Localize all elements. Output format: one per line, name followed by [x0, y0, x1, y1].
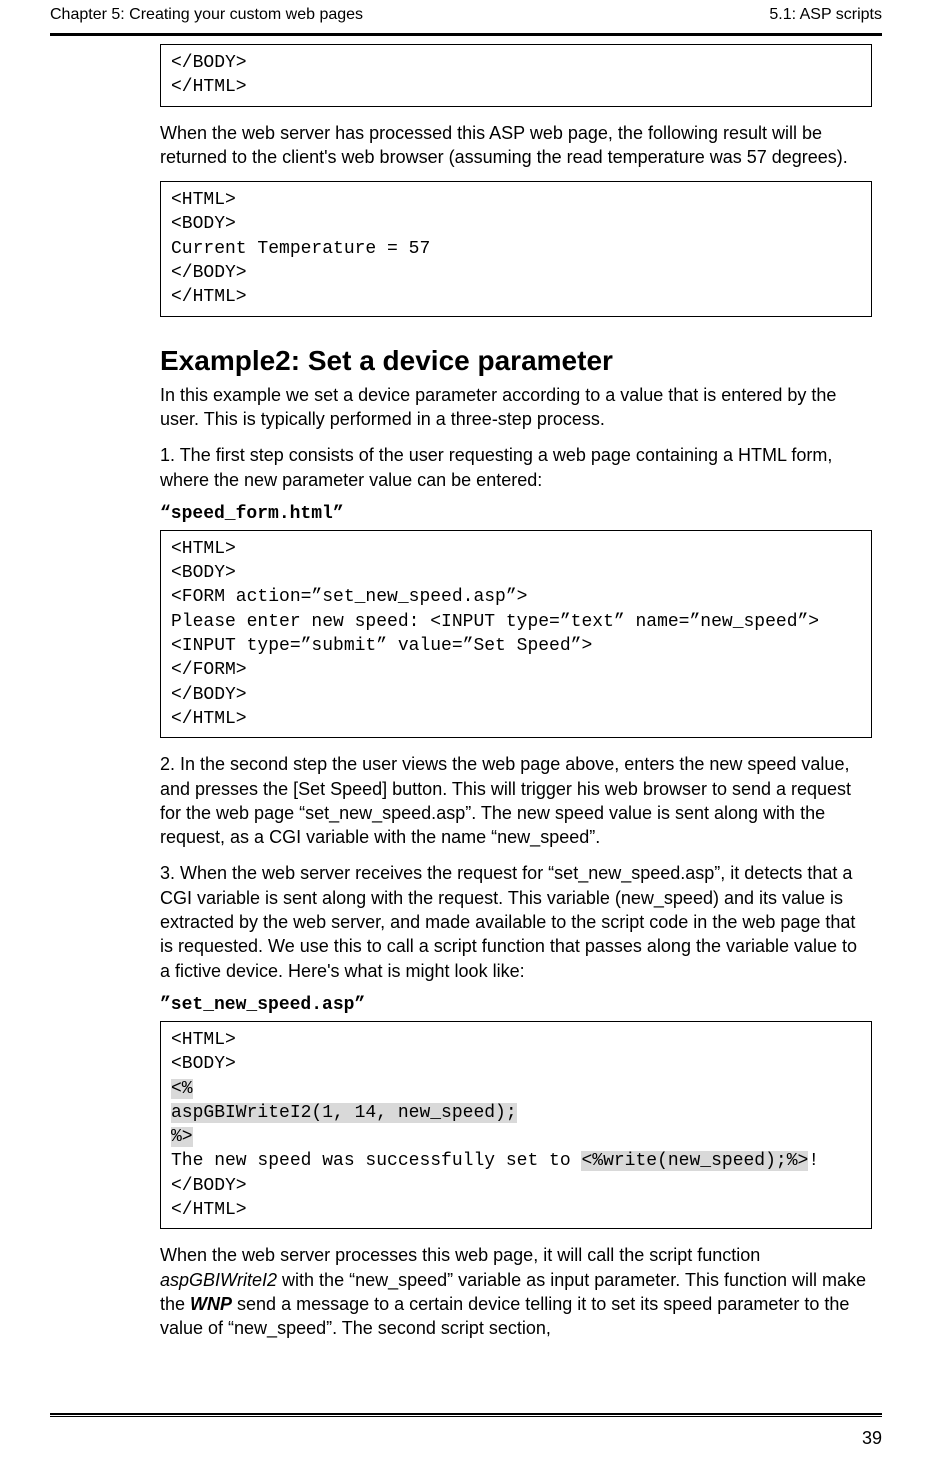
product-abbrev: WNP — [190, 1294, 232, 1314]
page-number: 39 — [862, 1428, 882, 1449]
paragraph-example2-intro: In this example we set a device paramete… — [160, 383, 872, 432]
paragraph-step1: 1. The first step consists of the user r… — [160, 443, 872, 492]
code-line: <HTML> — [171, 1030, 236, 1050]
filename-speed-form: “speed_form.html” — [160, 504, 872, 524]
main-content: </BODY> </HTML> When the web server has … — [160, 36, 872, 1340]
code-line: </BODY> — [171, 1176, 247, 1196]
code-block-closing-tags: </BODY> </HTML> — [160, 44, 872, 107]
code-block-set-new-speed: <HTML> <BODY> <% aspGBIWriteI2(1, 14, ne… — [160, 1021, 872, 1229]
code-line: </HTML> — [171, 1200, 247, 1220]
code-text: The new speed was successfully set to — [171, 1151, 581, 1171]
text-run: send a message to a certain device telli… — [160, 1294, 849, 1338]
code-highlight-open: <% — [171, 1079, 193, 1099]
footer-rule-thin — [50, 1416, 882, 1417]
paragraph-step3: 3. When the web server receives the requ… — [160, 861, 872, 982]
code-highlight-call: aspGBIWriteI2(1, 14, new_speed); — [171, 1103, 517, 1123]
filename-set-new-speed: ”set_new_speed.asp” — [160, 995, 872, 1015]
code-highlight-write: <%write(new_speed);%> — [581, 1151, 808, 1171]
code-line: <BODY> — [171, 1054, 236, 1074]
text-run: When the web server processes this web p… — [160, 1245, 760, 1265]
header-left: Chapter 5: Creating your custom web page… — [50, 6, 363, 24]
function-name: aspGBIWriteI2 — [160, 1270, 277, 1290]
header-right: 5.1: ASP scripts — [769, 6, 882, 24]
paragraph-explanation: When the web server processes this web p… — [160, 1243, 872, 1340]
paragraph-step2: 2. In the second step the user views the… — [160, 752, 872, 849]
code-highlight-close: %> — [171, 1127, 193, 1147]
heading-example2: Example2: Set a device parameter — [160, 345, 872, 377]
code-text: ! — [808, 1151, 819, 1171]
footer-rule-thick — [50, 1413, 882, 1415]
code-block-speed-form: <HTML> <BODY> <FORM action=”set_new_spee… — [160, 530, 872, 738]
page-header: Chapter 5: Creating your custom web page… — [50, 0, 882, 32]
footer-rule — [50, 1413, 882, 1417]
paragraph-result-intro: When the web server has processed this A… — [160, 121, 872, 170]
code-block-result-html: <HTML> <BODY> Current Temperature = 57 <… — [160, 181, 872, 316]
